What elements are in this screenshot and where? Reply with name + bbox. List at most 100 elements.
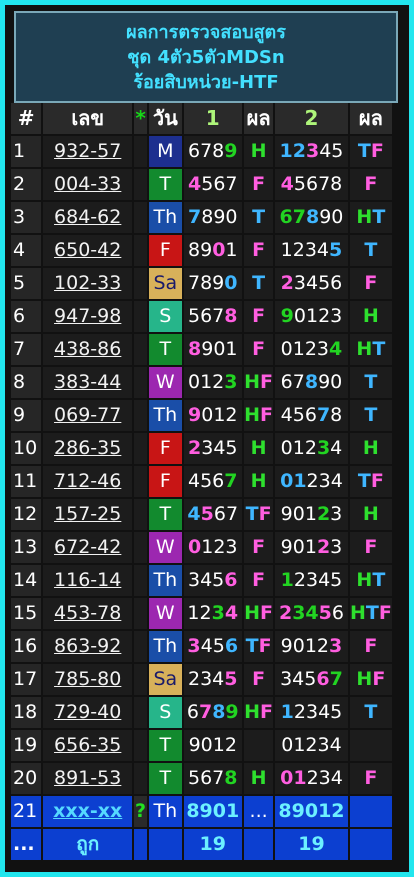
digit-group: 45 — [319, 140, 344, 162]
current-set2: 89012 — [275, 796, 348, 827]
row-number-link[interactable]: 004-33 — [43, 169, 133, 200]
digit-group: 90 — [318, 371, 343, 393]
digit-group: 4 — [280, 173, 294, 195]
row-result2: H — [349, 301, 392, 332]
summary-count-set2: 19 — [275, 829, 348, 860]
row-index: 5 — [11, 268, 42, 299]
row-result2: T — [349, 235, 392, 266]
digit-group: 3 — [330, 536, 343, 558]
row-set2-digits: 12345 — [275, 697, 348, 728]
row-number-link[interactable]: 863-92 — [43, 631, 133, 662]
row-index: 8 — [11, 367, 42, 398]
row-day-badge: F — [149, 433, 182, 464]
row-index: 17 — [11, 664, 42, 695]
row-set1-digits: 8901 — [183, 235, 242, 266]
row-set1-digits: 4567 — [183, 169, 242, 200]
digit-group: 7 — [329, 668, 343, 690]
row-number-link[interactable]: 672-42 — [43, 532, 133, 563]
row-number-link[interactable]: 684-62 — [43, 202, 133, 233]
row-star-cell — [134, 169, 148, 200]
digit-group: 6 — [224, 635, 239, 657]
row-number-link[interactable]: 102-33 — [43, 268, 133, 299]
digit-group: 67 — [280, 371, 305, 393]
row-index: 21 — [11, 796, 42, 827]
row-set1-digits: 7890 — [183, 202, 242, 233]
row-result1 — [243, 730, 274, 761]
row-set1-digits: 0123 — [183, 367, 242, 398]
row-star-cell — [134, 202, 148, 233]
row-day-badge: T — [149, 334, 182, 365]
current-row: 21 xxx-xx ? Th 8901 ... 89012 — [11, 796, 392, 827]
digit-group: 12 — [279, 140, 306, 162]
current-number-link[interactable]: xxx-xx — [43, 796, 133, 827]
digit-group: 456 — [188, 470, 225, 492]
row-set1-digits: 9012 — [183, 400, 242, 431]
row-star-cell — [134, 697, 148, 728]
row-number-link[interactable]: 069-77 — [43, 400, 133, 431]
digit-group: 789 — [188, 272, 225, 294]
digit-group: 7 — [198, 701, 213, 723]
digit-group: 01 — [280, 470, 307, 492]
table-row: 2 004-33 T 4567 F 45678 F — [11, 169, 392, 200]
digit-group: 6 — [331, 602, 344, 624]
row-number-link[interactable]: 932-57 — [43, 136, 133, 167]
row-result1: T — [243, 268, 274, 299]
summary-row: ... ถูก 19 19 — [11, 829, 392, 860]
digit-group: 4 — [224, 602, 239, 624]
digit-group: 1 — [280, 701, 294, 723]
row-result1: F — [243, 664, 274, 695]
digit-group: 4 — [188, 173, 202, 195]
row-star-cell — [134, 466, 148, 497]
row-number-link[interactable]: 157-25 — [43, 499, 133, 530]
row-number-link[interactable]: 286-35 — [43, 433, 133, 464]
digit-group: 890 — [201, 206, 238, 228]
table-row: 11 712-46 F 4567 H 01234 TF — [11, 466, 392, 497]
col-header-set1: 1 — [183, 103, 242, 134]
digit-group: 8 — [212, 701, 226, 723]
row-result1: F — [243, 169, 274, 200]
row-result2: HT — [349, 565, 392, 596]
row-set2-digits: 67890 — [275, 202, 348, 233]
digit-group: 901 — [201, 338, 238, 360]
row-number-link[interactable]: 650-42 — [43, 235, 133, 266]
digit-group: 9 — [188, 404, 202, 426]
row-result2: H — [349, 433, 392, 464]
table-row: 19 656-35 T 9012 01234 — [11, 730, 392, 761]
digit-group: 6 — [316, 668, 330, 690]
row-star-cell — [134, 334, 148, 365]
digit-group: 901 — [280, 503, 317, 525]
digit-group: 3 — [211, 602, 225, 624]
row-day-badge: F — [149, 235, 182, 266]
row-number-link[interactable]: 947-98 — [43, 301, 133, 332]
row-number-link[interactable]: 116-14 — [43, 565, 133, 596]
row-index: 14 — [11, 565, 42, 596]
row-index: 13 — [11, 532, 42, 563]
row-star-cell — [134, 664, 148, 695]
row-number-link[interactable]: 712-46 — [43, 466, 133, 497]
row-day-badge: F — [149, 466, 182, 497]
row-result2: TF — [349, 466, 392, 497]
digit-group: 901 — [280, 536, 317, 558]
summary-empty-3 — [243, 829, 274, 860]
row-set1-digits: 6789 — [183, 136, 242, 167]
table-row: 7 438-86 T 8901 F 01234 HT — [11, 334, 392, 365]
digit-group: 5 — [329, 239, 343, 261]
row-number-link[interactable]: 438-86 — [43, 334, 133, 365]
digit-group: 8 — [224, 305, 238, 327]
row-number-link[interactable]: 785-80 — [43, 664, 133, 695]
row-number-link[interactable]: 656-35 — [43, 730, 133, 761]
table-row: 4 650-42 F 8901 F 12345 T — [11, 235, 392, 266]
row-set2-digits: 12345 — [275, 565, 348, 596]
digit-group: 9012 — [280, 635, 330, 657]
row-number-link[interactable]: 729-40 — [43, 697, 133, 728]
row-day-badge: W — [149, 532, 182, 563]
digit-group: 7 — [316, 404, 331, 426]
row-number-link[interactable]: 383-44 — [43, 367, 133, 398]
row-set1-digits: 5678 — [183, 301, 242, 332]
row-result2 — [349, 730, 392, 761]
row-day-badge: W — [149, 367, 182, 398]
row-number-link[interactable]: 891-53 — [43, 763, 133, 794]
row-number-link[interactable]: 453-78 — [43, 598, 133, 629]
current-star: ? — [134, 796, 148, 827]
table-row: 13 672-42 W 0123 F 90123 F — [11, 532, 392, 563]
